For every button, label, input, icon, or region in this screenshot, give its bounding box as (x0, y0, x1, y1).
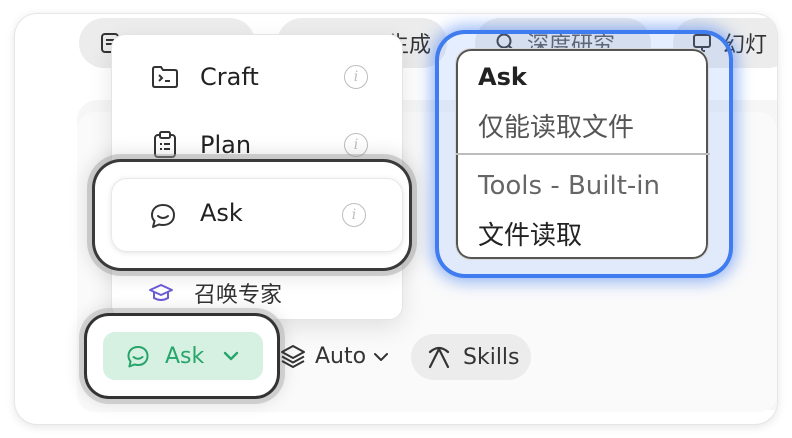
info-icon[interactable]: i (344, 133, 368, 157)
menu-item-ask-highlight: Ask i (95, 162, 409, 268)
mode-select-button[interactable]: Ask (103, 332, 263, 380)
mode-select-label: Ask (165, 343, 205, 369)
layers-icon (279, 342, 307, 370)
model-select-label: Auto (315, 343, 367, 369)
skills-label: Skills (463, 344, 520, 370)
chevron-down-icon (372, 347, 390, 365)
chat-bubble-icon (125, 344, 151, 370)
menu-item-craft-label: Craft (200, 63, 259, 91)
ask-tooltip: Ask 仅能读取文件 Tools - Built-in 文件读取 (455, 48, 710, 260)
summon-expert-label: 召唤专家 (194, 283, 283, 308)
tooltip-tool-item: 文件读取 (478, 221, 583, 251)
clipboard-list-icon (150, 130, 180, 160)
graduation-cap-icon (148, 280, 174, 306)
tooltip-description: 仅能读取文件 (478, 113, 635, 143)
menu-item-ask[interactable]: Ask i (111, 178, 403, 252)
tab-slides-label: 幻灯 (723, 33, 768, 58)
menu-item-ask-label: Ask (200, 199, 243, 227)
terminal-folder-icon (150, 62, 180, 92)
tooltip-title: Ask (478, 63, 527, 91)
menu-item-plan-label: Plan (200, 131, 252, 159)
app-window: 生成 深度研究 幻灯 Craft i Plan i 召唤专家 Ask i Ask… (15, 14, 777, 424)
skills-button[interactable]: Skills (411, 334, 531, 380)
summon-expert-item[interactable]: 召唤专家 (112, 265, 404, 321)
model-select-button[interactable]: Auto (279, 334, 390, 378)
info-icon[interactable]: i (342, 203, 366, 227)
tooltip-tools-heading: Tools - Built-in (478, 171, 660, 201)
chat-bubble-icon (148, 201, 178, 231)
info-icon[interactable]: i (344, 65, 368, 89)
chevron-down-icon (221, 346, 241, 366)
pickaxe-icon (425, 343, 453, 371)
tooltip-divider (456, 153, 710, 155)
menu-item-craft[interactable]: Craft i (112, 45, 404, 109)
